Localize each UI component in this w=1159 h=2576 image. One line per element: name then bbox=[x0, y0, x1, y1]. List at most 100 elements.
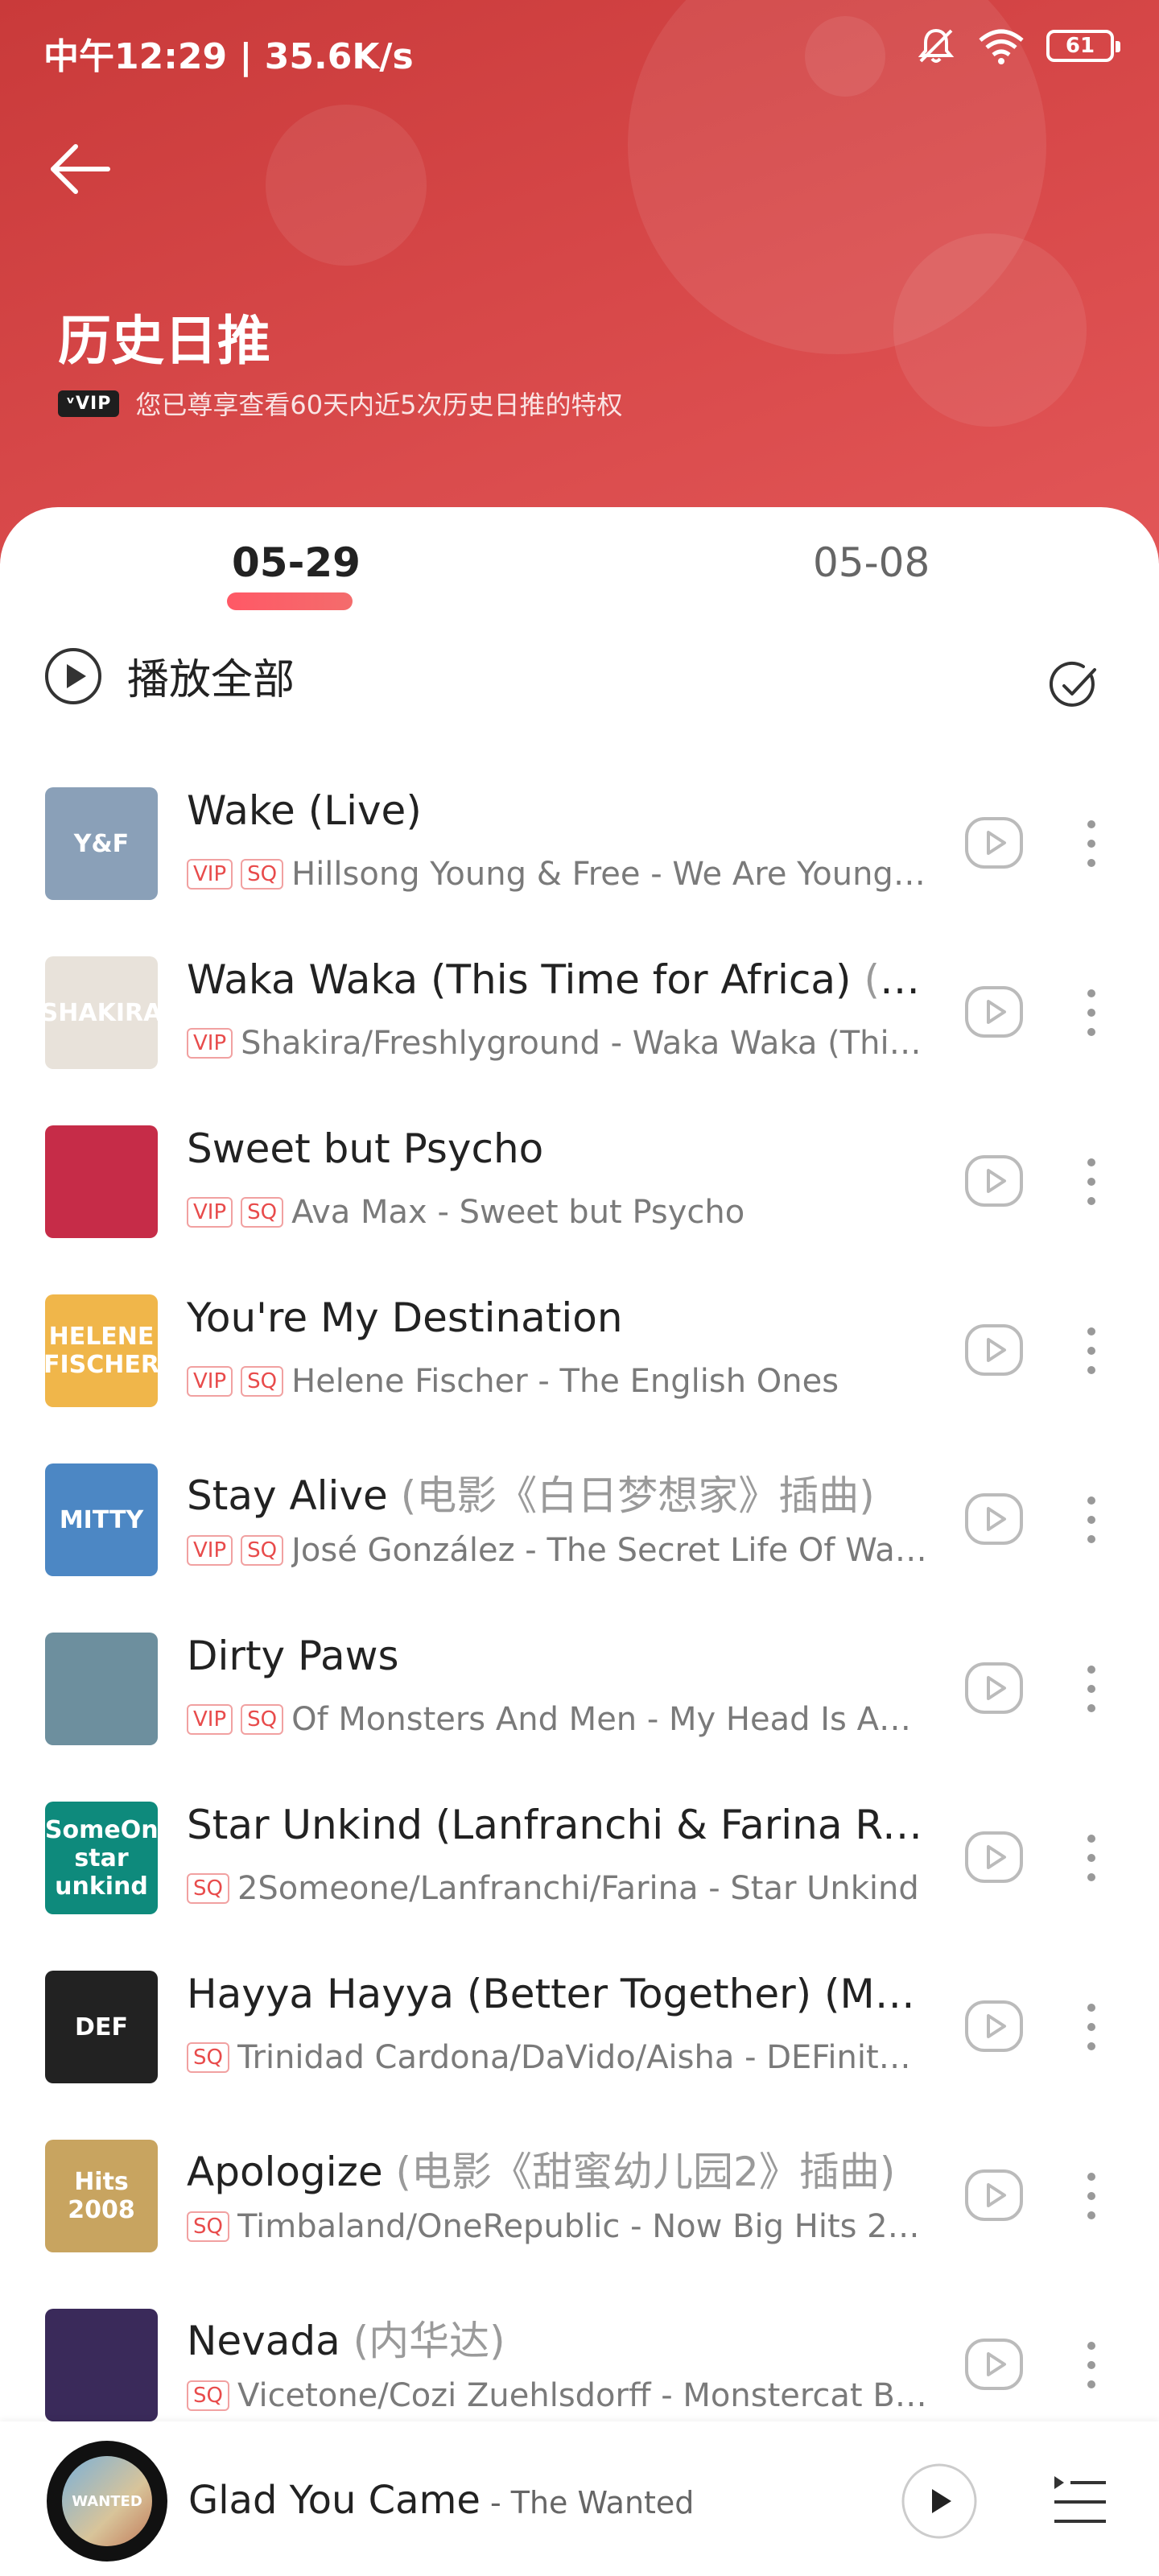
song-title-note: (电影《白日梦想家》插曲) bbox=[387, 1472, 875, 1519]
more-options-icon[interactable] bbox=[1079, 980, 1104, 1045]
sq-tag: SQ bbox=[187, 1873, 229, 1904]
song-title-text: Star Unkind (Lanfranchi & Farina Ra… bbox=[187, 1802, 927, 1848]
mv-play-icon[interactable] bbox=[964, 2165, 1024, 2225]
song-meta: VIP SQ José González - The Secret Life Of … bbox=[187, 1528, 927, 1573]
album-cover bbox=[45, 1125, 158, 1238]
playlist-queue-icon[interactable] bbox=[1051, 2473, 1109, 2529]
more-options-icon[interactable] bbox=[1079, 1657, 1104, 1721]
song-row[interactable]: DEF Hayya Hayya (Better Together) (Mu… SQ T… bbox=[0, 1963, 1159, 2132]
song-title: Waka Waka (This Time for Africa) (2… bbox=[187, 956, 927, 1014]
album-cover-label: SHAKIRA bbox=[45, 998, 158, 1027]
album-cover-label bbox=[45, 2309, 158, 2421]
artist-album-text: Trinidad Cardona/DaVido/Aisha - DEFinite… bbox=[237, 2039, 927, 2076]
mv-play-icon[interactable] bbox=[964, 982, 1024, 1042]
mv-play-icon[interactable] bbox=[964, 813, 1024, 873]
more-options-icon[interactable] bbox=[1079, 2333, 1104, 2397]
sq-tag: SQ bbox=[187, 2042, 229, 2073]
album-cover-label bbox=[45, 1125, 158, 1238]
more-options-icon[interactable] bbox=[1079, 1319, 1104, 1383]
vip-tag: VIP bbox=[187, 1535, 233, 1566]
song-title-text: Hayya Hayya (Better Together) (Mu… bbox=[187, 1971, 927, 2017]
album-cover-label: Hits 2008 bbox=[68, 2168, 135, 2224]
tab-05-08[interactable]: 05-08 bbox=[813, 539, 930, 586]
album-cover: 2SomeOne star unkind bbox=[45, 1802, 158, 1914]
song-row[interactable]: Y&F Wake (Live) VIP SQ Hillsong Young & Free… bbox=[0, 779, 1159, 948]
artist-album-text: Shakira/Freshlyground - Waka Waka (This… bbox=[241, 1025, 927, 1062]
song-title-text: Wake (Live) bbox=[187, 787, 422, 834]
sq-tag: SQ bbox=[241, 1535, 284, 1566]
artist-album-text: Helene Fischer - The English Ones bbox=[291, 1363, 839, 1400]
play-all-label: 播放全部 bbox=[127, 656, 295, 704]
album-cover: MITTY bbox=[45, 1463, 158, 1576]
more-options-icon[interactable] bbox=[1079, 1995, 1104, 2059]
more-options-icon[interactable] bbox=[1079, 811, 1104, 876]
status-bar: 中午12:29 | 35.6K/s 61 bbox=[0, 0, 1159, 97]
mv-play-icon[interactable] bbox=[964, 2334, 1024, 2394]
more-options-icon[interactable] bbox=[1079, 1150, 1104, 1214]
mv-play-icon[interactable] bbox=[964, 1489, 1024, 1549]
play-circle-icon bbox=[45, 647, 101, 704]
artist-album-text: Hillsong Young & Free - We Are Young… bbox=[291, 856, 926, 893]
battery-indicator: 61 bbox=[1046, 30, 1120, 62]
song-title-text: Apologize bbox=[187, 2149, 383, 2195]
mv-play-icon[interactable] bbox=[964, 1996, 1024, 2056]
vip-tag: VIP bbox=[187, 859, 233, 890]
status-time-speed: 中午12:29 | 35.6K/s bbox=[43, 36, 414, 77]
back-arrow-icon[interactable] bbox=[45, 137, 118, 201]
song-title: Wake (Live) bbox=[187, 787, 927, 845]
song-row[interactable]: 2SomeOne star unkind Star Unkind (Lanfran… bbox=[0, 1794, 1159, 1963]
album-cover-label: MITTY bbox=[59, 1505, 144, 1534]
album-cover: Hits 2008 bbox=[45, 2140, 158, 2252]
wifi-icon bbox=[979, 29, 1024, 64]
album-cover-label: 2SomeOne star unkind bbox=[45, 1815, 158, 1901]
song-meta: SQ Trinidad Cardona/DaVido/Aisha - DEFini… bbox=[187, 2035, 927, 2080]
song-title-text: You're My Destination bbox=[187, 1294, 623, 1341]
song-title: Stay Alive (电影《白日梦想家》插曲) bbox=[187, 1463, 927, 1521]
mv-play-icon[interactable] bbox=[964, 1320, 1024, 1380]
artist-album-text: Ava Max - Sweet but Psycho bbox=[291, 1194, 745, 1231]
song-meta: SQ 2Someone/Lanfranchi/Farina - Star Unki… bbox=[187, 1866, 927, 1911]
song-row[interactable]: Hits 2008 Apologize (电影《甜蜜幼儿园2》插曲) SQ Timba… bbox=[0, 2132, 1159, 2301]
song-title: Dirty Paws bbox=[187, 1633, 927, 1690]
mini-player[interactable]: WANTED Glad You Came - The Wanted bbox=[0, 2421, 1159, 2576]
song-title-text: Waka Waka (This Time for Africa) bbox=[187, 956, 852, 1003]
album-cover-label: Y&F bbox=[73, 829, 130, 858]
album-cover: Y&F bbox=[45, 787, 158, 900]
more-options-icon[interactable] bbox=[1079, 1488, 1104, 1552]
more-options-icon[interactable] bbox=[1079, 1826, 1104, 1890]
now-playing-cover: WANTED bbox=[62, 2456, 152, 2546]
song-row[interactable]: HELENE FISCHER You're My Destination VIP SQ… bbox=[0, 1286, 1159, 1455]
song-row[interactable]: Dirty Paws VIP SQ Of Monsters And Men - My … bbox=[0, 1624, 1159, 1794]
mv-play-icon[interactable] bbox=[964, 1151, 1024, 1211]
tab-05-29[interactable]: 05-29 bbox=[232, 539, 361, 586]
multi-select-check-icon[interactable] bbox=[1050, 660, 1101, 712]
play-all-button[interactable]: 播放全部 bbox=[43, 646, 295, 706]
song-meta: VIP SQ Helene Fischer - The English Ones bbox=[187, 1359, 927, 1404]
bell-muted-icon bbox=[918, 28, 955, 63]
more-options-icon[interactable] bbox=[1079, 2164, 1104, 2228]
sq-tag: SQ bbox=[187, 2211, 229, 2242]
song-title-note: (2… bbox=[864, 956, 927, 1003]
mini-player-play-icon[interactable] bbox=[900, 2462, 979, 2541]
now-playing-disc[interactable]: WANTED bbox=[47, 2441, 167, 2562]
mv-play-icon[interactable] bbox=[964, 1658, 1024, 1718]
song-row[interactable]: Sweet but Psycho VIP SQ Ava Max - Sweet but… bbox=[0, 1117, 1159, 1286]
sq-tag: SQ bbox=[241, 1704, 284, 1735]
album-cover bbox=[45, 2309, 158, 2421]
song-title-note: (内华达) bbox=[340, 2318, 505, 2364]
now-playing-artist: - The Wanted bbox=[480, 2485, 695, 2520]
song-title: Star Unkind (Lanfranchi & Farina Ra… bbox=[187, 1802, 927, 1860]
song-row[interactable]: SHAKIRA Waka Waka (This Time for Africa) … bbox=[0, 948, 1159, 1117]
album-cover: DEF bbox=[45, 1971, 158, 2083]
mv-play-icon[interactable] bbox=[964, 1827, 1024, 1887]
now-playing-title: Glad You Came bbox=[188, 2478, 481, 2523]
sq-tag: SQ bbox=[241, 1366, 284, 1397]
song-title-text: Sweet but Psycho bbox=[187, 1125, 544, 1172]
artist-album-text: Of Monsters And Men - My Head Is An… bbox=[291, 1701, 927, 1738]
song-title: Hayya Hayya (Better Together) (Mu… bbox=[187, 1971, 927, 2029]
song-meta: VIP Shakira/Freshlyground - Waka Waka (Th… bbox=[187, 1021, 927, 1066]
song-row[interactable]: MITTY Stay Alive (电影《白日梦想家》插曲) VIP SQ José G… bbox=[0, 1455, 1159, 1624]
vip-tag: VIP bbox=[187, 1704, 233, 1735]
sq-tag: SQ bbox=[241, 859, 284, 890]
now-playing-info[interactable]: Glad You Came - The Wanted bbox=[188, 2478, 694, 2523]
